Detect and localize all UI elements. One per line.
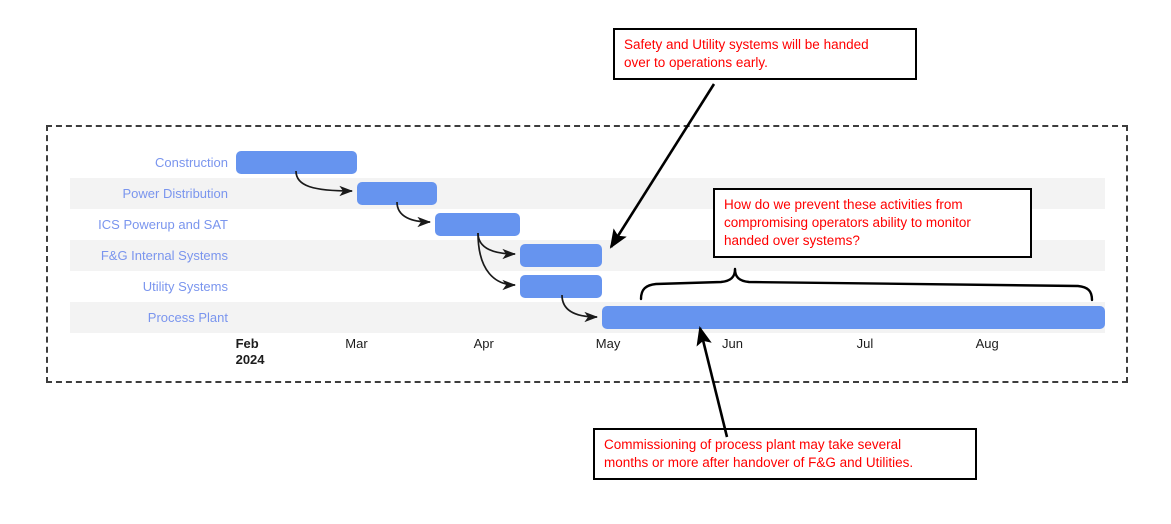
callout-bottom-line-1: Commissioning of process plant may take …	[604, 437, 902, 452]
axis-tick-month: Apr	[473, 336, 494, 351]
callout-monitoring-question: How do we prevent these activities from …	[713, 188, 1032, 258]
axis-tick-aug: Aug	[976, 336, 999, 351]
axis-tick-month: Mar	[345, 336, 368, 351]
axis-tick-jul: Jul	[857, 336, 874, 351]
axis-tick-may: May	[596, 336, 621, 351]
callout-top-line-2: over to operations early.	[624, 55, 768, 70]
task-label-f-g-internal-systems: F&G Internal Systems	[100, 248, 228, 263]
task-label-ics-powerup-and-sat: ICS Powerup and SAT	[98, 217, 228, 232]
callout-middle-line-1: How do we prevent these activities from	[724, 197, 963, 212]
axis-tick-month: May	[595, 336, 621, 351]
task-label-construction: Construction	[155, 155, 228, 170]
callout-middle-line-3: handed over systems?	[724, 233, 860, 248]
callout-middle-line-2: compromising operators ability to monito…	[724, 215, 971, 230]
gantt-bar-f-g-internal-systems[interactable]	[520, 244, 602, 267]
callout-commissioning-duration: Commissioning of process plant may take …	[593, 428, 977, 480]
axis-tick-month: Jul	[856, 336, 874, 351]
axis-tick-mar: Mar	[345, 336, 367, 351]
gantt-row: Process Plant	[70, 302, 1105, 333]
timeline-axis: Feb 2024 Mar Apr May Jun Jul Aug	[70, 336, 1105, 382]
gantt-chart-diagram: Construction Power Distribution ICS Poweru…	[0, 0, 1171, 524]
axis-tick-apr: Apr	[474, 336, 494, 351]
gantt-bar-ics-powerup-and-sat[interactable]	[435, 213, 521, 236]
gantt-row: Utility Systems	[70, 271, 1105, 302]
callout-bottom-line-2: months or more after handover of F&G and…	[604, 455, 914, 470]
task-label-power-distribution: Power Distribution	[122, 186, 229, 201]
gantt-bar-utility-systems[interactable]	[520, 275, 602, 298]
callout-top-line-1: Safety and Utility systems will be hande…	[624, 37, 869, 52]
task-label-process-plant: Process Plant	[147, 310, 228, 325]
gantt-bar-power-distribution[interactable]	[356, 182, 438, 205]
axis-tick-month: Feb	[235, 336, 259, 351]
axis-tick-month: Aug	[975, 336, 999, 351]
axis-tick-year: 2024	[235, 352, 265, 367]
gantt-bar-process-plant[interactable]	[601, 306, 1105, 329]
callout-safety-utility-handover: Safety and Utility systems will be hande…	[613, 28, 917, 80]
task-label-utility-systems: Utility Systems	[142, 279, 228, 294]
gantt-row: Construction	[70, 147, 1105, 178]
axis-tick-jun: Jun	[722, 336, 743, 351]
gantt-bar-construction[interactable]	[235, 151, 357, 174]
axis-tick-month: Jun	[722, 336, 744, 351]
axis-tick-feb: Feb 2024	[236, 336, 265, 367]
